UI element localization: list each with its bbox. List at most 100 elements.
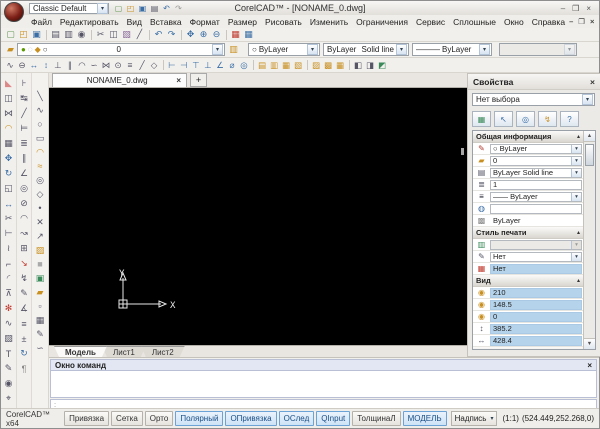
document-tab[interactable]: NONAME_0.dwg × xyxy=(52,73,187,87)
open-file-icon[interactable]: ◰ xyxy=(17,29,30,41)
override-dimension-icon[interactable]: ± xyxy=(18,331,31,346)
copy-icon[interactable]: ◫ xyxy=(2,91,15,106)
status-toggle-button[interactable]: МОДЕЛЬ xyxy=(403,411,447,426)
status-toggle-button[interactable]: Сетка xyxy=(111,411,143,426)
doc-restore-icon[interactable]: ❒ xyxy=(578,17,585,26)
scroll-down-icon[interactable]: ▼ xyxy=(584,338,595,349)
new-file-icon[interactable]: ▢ xyxy=(4,29,17,41)
edit-hatch-icon[interactable]: ▨ xyxy=(2,331,15,346)
table-icon[interactable]: ▦ xyxy=(34,313,47,327)
edit-table-icon[interactable]: ▦ xyxy=(472,111,491,127)
constraint-settings-icon[interactable]: ◨ xyxy=(364,59,376,71)
extend-icon[interactable]: ⊢ xyxy=(2,226,15,241)
collinear-constraint-icon[interactable]: ╱ xyxy=(136,59,148,71)
menu-item[interactable]: Окно xyxy=(500,17,528,27)
properties-painter-icon[interactable]: ◉ xyxy=(2,376,15,391)
redo-icon[interactable]: ↷ xyxy=(165,29,178,41)
multileader-icon[interactable]: ↯ xyxy=(18,271,31,286)
show-dim-constraints-icon[interactable]: ▨ xyxy=(310,59,322,71)
zoom-in-icon[interactable]: ⊕ xyxy=(197,29,210,41)
width-field[interactable]: 428.4 xyxy=(490,336,582,346)
menu-item[interactable]: Изменить xyxy=(306,17,352,27)
menu-item[interactable]: Формат xyxy=(186,17,224,27)
concentric-constraint-icon[interactable]: ⊙ xyxy=(112,59,124,71)
baseline-dimension-icon[interactable]: ≣ xyxy=(18,136,31,151)
center-y-field[interactable]: 148.5 xyxy=(490,300,582,310)
status-toggle-button[interactable]: Полярный xyxy=(175,411,223,426)
hide-constraints-icon[interactable]: ▥ xyxy=(268,59,280,71)
color-field[interactable]: ○ ByLayer xyxy=(490,144,582,154)
horizontal-dim-constraint-icon[interactable]: ⊣ xyxy=(178,59,190,71)
print-icon[interactable]: ▤ xyxy=(49,29,62,41)
lineweight-field[interactable]: —— ByLayer xyxy=(490,192,582,202)
continue-dimension-icon[interactable]: ∥ xyxy=(18,151,31,166)
command-log[interactable] xyxy=(50,371,597,398)
vertical-constraint-icon[interactable]: ↕ xyxy=(40,59,52,71)
menu-item[interactable]: Файл xyxy=(27,17,56,27)
center-mark-icon[interactable]: ⌖ xyxy=(2,391,15,406)
close-icon[interactable]: × xyxy=(590,77,595,87)
zoom-out-icon[interactable]: ⊖ xyxy=(210,29,223,41)
chevron-down-icon[interactable]: ▾ xyxy=(307,44,318,55)
scroll-up-icon[interactable]: ▲ xyxy=(584,131,595,142)
doc-minimize-icon[interactable]: – xyxy=(569,17,573,26)
save-icon[interactable]: ▣ xyxy=(137,3,148,14)
stretch-icon[interactable]: ↔ xyxy=(2,196,15,211)
region-icon[interactable]: ■ xyxy=(34,257,47,271)
parallel-constraint-icon[interactable]: ∥ xyxy=(64,59,76,71)
app-logo-icon[interactable] xyxy=(4,2,24,22)
symmetric-constraint-icon[interactable]: ⋈ xyxy=(100,59,112,71)
break-icon[interactable]: ≀ xyxy=(2,241,15,256)
aligned-dimension-icon[interactable]: ╱ xyxy=(18,106,31,121)
properties-scrollbar[interactable]: ▲ ▼ xyxy=(583,131,595,349)
layer-field[interactable]: 0 xyxy=(490,156,582,166)
ray-icon[interactable]: ↗ xyxy=(34,229,47,243)
section-misc[interactable]: Прочее ▴ xyxy=(473,347,583,349)
linecolor-select[interactable]: ○ ByLayer ▾ xyxy=(248,43,320,56)
chevron-down-icon[interactable]: ▾ xyxy=(582,94,593,105)
menu-item[interactable]: Ограничения xyxy=(352,17,412,27)
arc-icon[interactable]: ◠ xyxy=(34,145,47,159)
menu-item[interactable]: Вид xyxy=(123,17,146,27)
scroll-thumb[interactable] xyxy=(585,144,594,166)
pattern-icon[interactable]: ▦ xyxy=(2,136,15,151)
collapse-icon[interactable]: ▴ xyxy=(577,277,580,284)
center-x-field[interactable]: 210 xyxy=(490,288,582,298)
show-all-constraints-icon[interactable]: ▦ xyxy=(280,59,292,71)
undo-icon[interactable]: ↶ xyxy=(161,3,172,14)
coincident-constraint-icon[interactable]: ∿ xyxy=(4,59,16,71)
smart-dimension-icon[interactable]: ⊦ xyxy=(18,76,31,91)
close-icon[interactable]: × xyxy=(586,4,591,13)
height-field[interactable]: 385.2 xyxy=(490,324,582,334)
open-file-icon[interactable]: ◰ xyxy=(125,3,136,14)
ellipse-icon[interactable]: ◎ xyxy=(34,173,47,187)
create-block-icon[interactable]: ▰ xyxy=(34,285,47,299)
sketch-icon[interactable]: ∽ xyxy=(34,341,47,355)
chamfer-icon[interactable]: ⌐ xyxy=(2,256,15,271)
diameter-dimension-icon[interactable]: ⊘ xyxy=(18,196,31,211)
smooth-constraint-icon[interactable]: ∽ xyxy=(88,59,100,71)
autoconstrain-icon[interactable]: ◇ xyxy=(148,59,160,71)
plot-style-field[interactable]: Нет xyxy=(490,252,582,262)
linear-dimension-icon[interactable]: ↹ xyxy=(18,91,31,106)
infinite-line-icon[interactable]: ✕ xyxy=(34,215,47,229)
table-cells-icon[interactable]: ▦ xyxy=(242,29,255,41)
section-view[interactable]: Вид ▴ xyxy=(473,275,583,287)
selection-select[interactable]: Нет выбора ▾ xyxy=(472,93,595,106)
paste-icon[interactable]: ▧ xyxy=(120,29,133,41)
pin-icon[interactable]: ¶ xyxy=(18,361,31,376)
select-matching-icon[interactable]: ↖ xyxy=(494,111,513,127)
help-icon[interactable]: ? xyxy=(560,111,579,127)
section-general[interactable]: Общая информация ▴ xyxy=(473,131,583,143)
fillet-icon[interactable]: ◜ xyxy=(2,271,15,286)
drawing-canvas[interactable]: Y X xyxy=(49,88,467,345)
angular-dim-constraint-icon[interactable]: ∠ xyxy=(214,59,226,71)
update-dimension-icon[interactable]: ↻ xyxy=(18,346,31,361)
aligned-dim-constraint-icon[interactable]: ⊥ xyxy=(202,59,214,71)
format-painter-icon[interactable]: ╱ xyxy=(133,29,146,41)
align-dimension-text-icon[interactable]: ≡ xyxy=(18,316,31,331)
linetype-scale-field[interactable]: 1 xyxy=(490,180,582,190)
vertical-dim-constraint-icon[interactable]: ⊤ xyxy=(190,59,202,71)
constraint-status-icon[interactable]: ◩ xyxy=(376,59,388,71)
sheet-tab[interactable]: Лист1 xyxy=(102,346,146,357)
